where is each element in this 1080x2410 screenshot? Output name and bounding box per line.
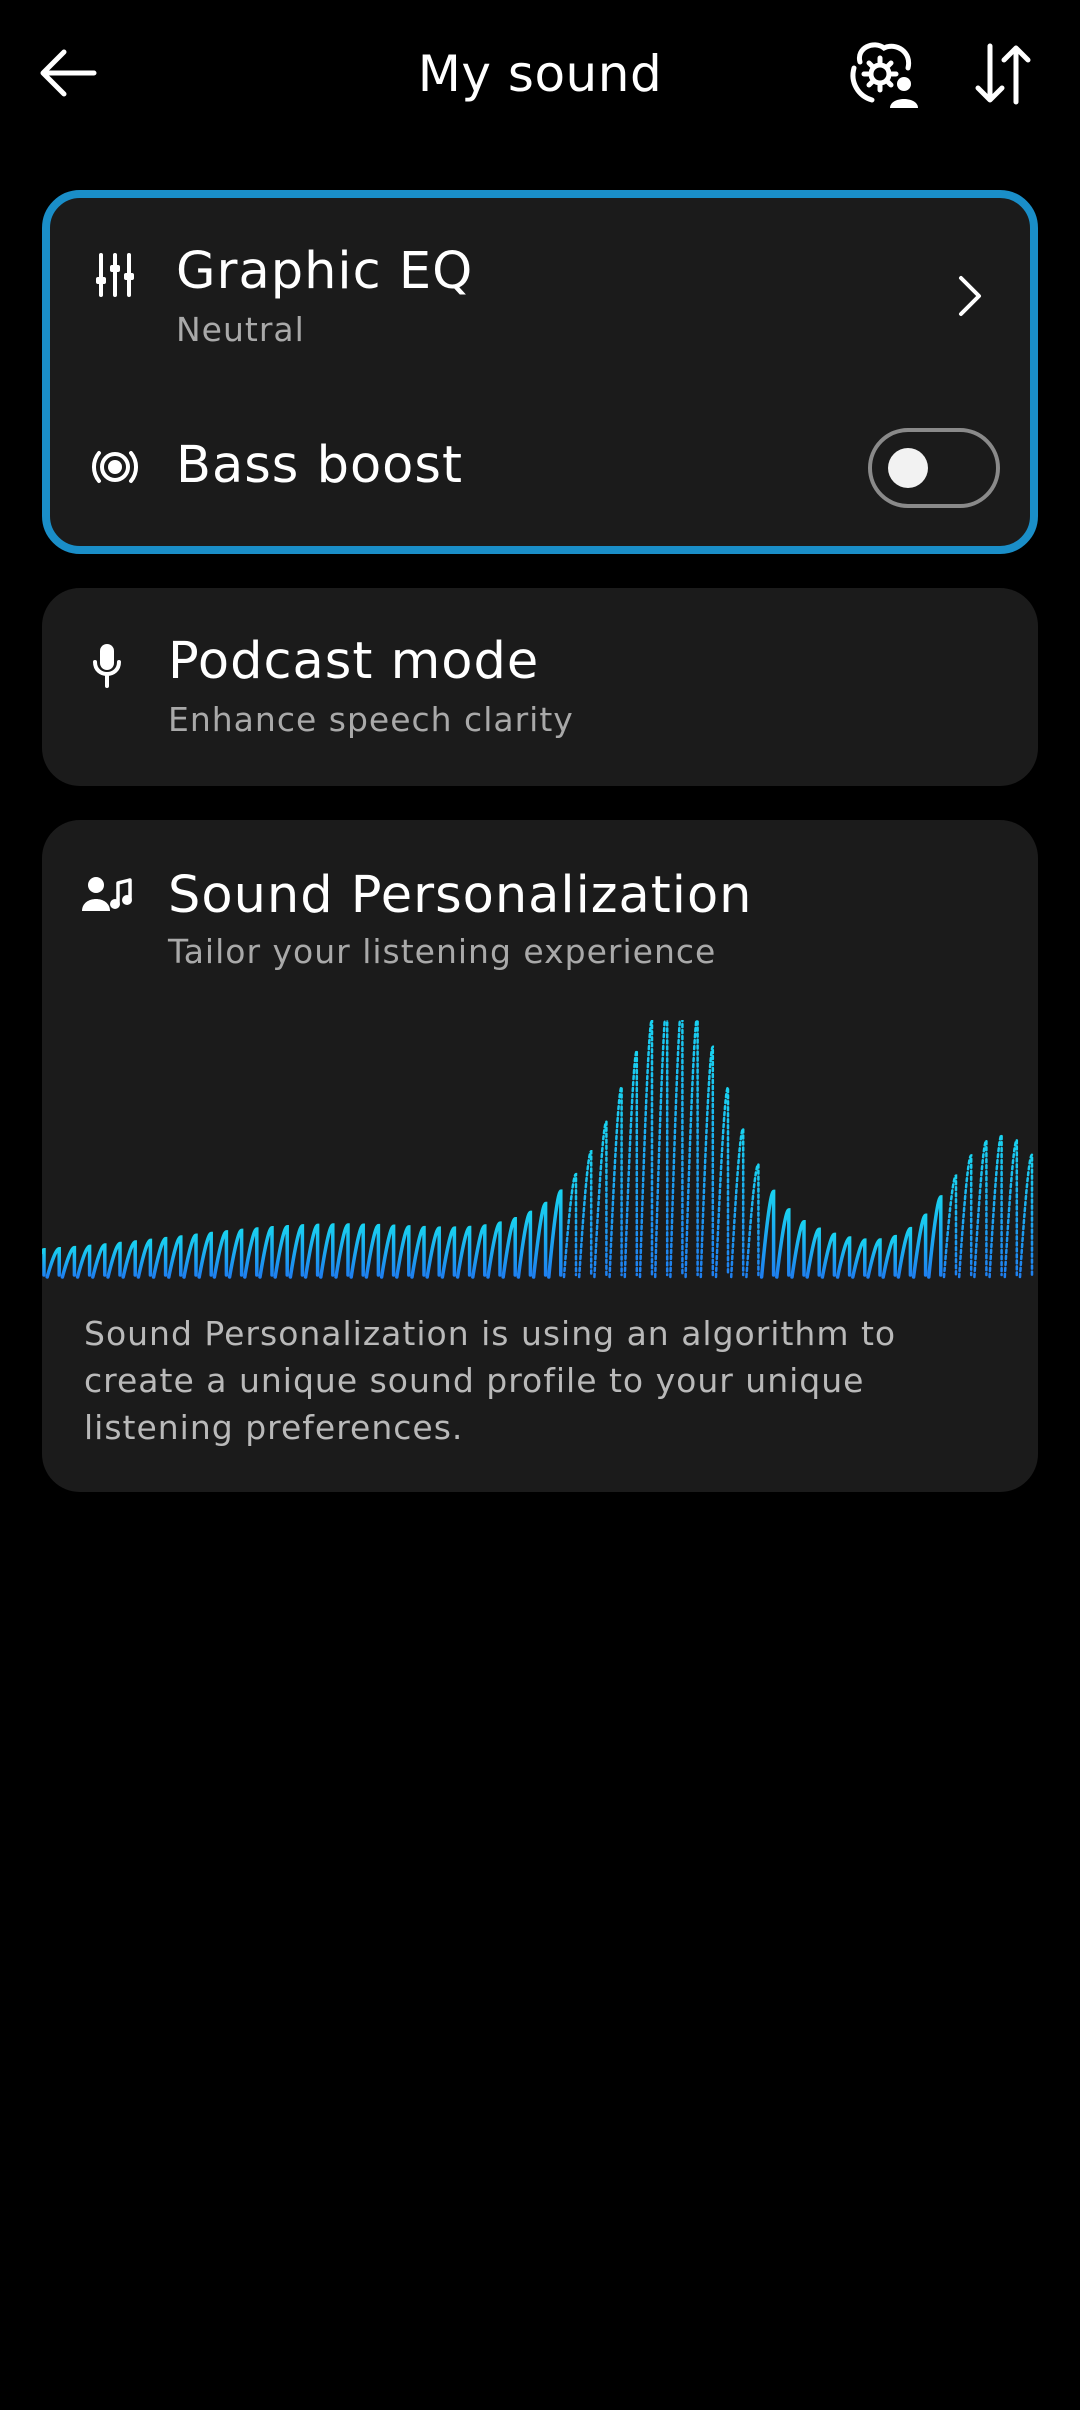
wave-strand	[45, 1246, 61, 1279]
podcast-mode-title: Podcast mode	[168, 632, 540, 691]
wave-strand	[699, 1045, 715, 1279]
wave-strand	[790, 1219, 806, 1279]
wave-strand	[714, 1086, 730, 1279]
wave-strand	[973, 1139, 988, 1279]
speaker-waves-icon	[90, 442, 140, 492]
bass-boost-row: Bass boost	[50, 420, 1030, 540]
wave-strand	[121, 1240, 137, 1279]
wave-strand	[303, 1223, 320, 1279]
wave-strand	[319, 1223, 335, 1279]
wave-strand	[410, 1225, 426, 1279]
sound-settings-card: Graphic EQ Neutral Bass boost	[42, 190, 1038, 554]
wave-strand	[547, 1189, 563, 1279]
wave-strand	[151, 1236, 168, 1279]
wave-strand	[501, 1216, 517, 1279]
wave-strand	[593, 1120, 608, 1279]
sound-personalization-subtitle: Tailor your listening experience	[168, 932, 717, 971]
wave-strand	[516, 1210, 533, 1279]
bass-boost-toggle[interactable]	[868, 428, 1000, 508]
wave-strand	[395, 1225, 411, 1279]
wave-strand	[486, 1221, 502, 1279]
wave-strand	[1003, 1138, 1019, 1279]
wave-strand	[243, 1227, 259, 1279]
sound-personalization-card[interactable]: Sound Personalization Tailor your listen…	[42, 820, 1038, 1492]
wave-strand	[288, 1224, 305, 1279]
wave-strand	[42, 1247, 46, 1277]
wave-strand	[927, 1195, 943, 1279]
sync-settings-button[interactable]	[844, 36, 924, 112]
wave-strand	[258, 1225, 274, 1279]
wave-strand	[653, 1020, 669, 1279]
wave-strand	[1018, 1153, 1034, 1279]
wave-strand	[136, 1238, 153, 1279]
wave-strand	[988, 1133, 1003, 1279]
microphone-icon	[82, 640, 132, 690]
wave-strand	[197, 1231, 213, 1279]
wave-strand	[623, 1049, 639, 1279]
wave-strand	[106, 1241, 122, 1279]
wave-strand	[851, 1238, 867, 1279]
wave-strand	[334, 1223, 350, 1279]
wave-strand	[745, 1163, 760, 1279]
wave-strand	[881, 1234, 897, 1279]
wave-strand	[562, 1172, 578, 1279]
wave-strand	[729, 1127, 745, 1279]
wave-strand	[227, 1228, 244, 1279]
wave-strand	[167, 1235, 183, 1279]
toggle-knob	[888, 448, 928, 488]
graphic-eq-title: Graphic EQ	[176, 242, 474, 301]
top-app-bar: My sound	[0, 0, 1080, 150]
wave-strand	[75, 1244, 92, 1279]
wave-strand	[349, 1223, 365, 1279]
wave-strand	[608, 1085, 623, 1279]
wave-strand	[471, 1224, 487, 1279]
wave-strand	[577, 1149, 593, 1279]
equalizer-sliders-icon	[90, 250, 140, 300]
wave-strand	[379, 1224, 396, 1279]
sound-wave-illustration	[42, 1020, 1034, 1279]
graphic-eq-row[interactable]: Graphic EQ Neutral	[50, 198, 1030, 368]
wave-strand	[531, 1201, 548, 1279]
wave-strand	[759, 1189, 776, 1279]
sound-personalization-title: Sound Personalization	[168, 866, 753, 925]
podcast-mode-subtitle: Enhance speech clarity	[168, 700, 574, 739]
wave-strand	[684, 1020, 699, 1279]
wave-strand	[820, 1232, 837, 1279]
wave-strand	[775, 1208, 791, 1279]
wave-strand	[957, 1154, 973, 1279]
wave-strand	[896, 1226, 913, 1279]
wave-strand	[911, 1213, 928, 1279]
wave-strand	[638, 1020, 654, 1279]
bass-boost-title: Bass boost	[176, 436, 463, 495]
graphic-eq-value: Neutral	[176, 310, 305, 349]
sort-button[interactable]	[962, 36, 1042, 112]
wave-strand	[866, 1238, 882, 1279]
wave-strand	[425, 1226, 441, 1279]
chevron-right-icon	[950, 266, 990, 326]
sound-personalization-description: Sound Personalization is using an algori…	[84, 1314, 897, 1447]
wave-strand	[942, 1174, 958, 1279]
wave-strand	[182, 1233, 198, 1279]
wave-strand	[455, 1225, 472, 1279]
wave-strand	[91, 1243, 107, 1279]
wave-strand	[440, 1226, 457, 1279]
wave-strand	[273, 1224, 289, 1279]
wave-strand	[212, 1230, 229, 1279]
wave-strand	[669, 1020, 684, 1279]
sort-arrows-icon	[975, 43, 1031, 105]
wave-strand	[364, 1223, 381, 1279]
wave-strand	[805, 1227, 821, 1279]
wave-strand	[835, 1236, 852, 1279]
podcast-mode-card[interactable]: Podcast mode Enhance speech clarity	[42, 588, 1038, 786]
wave-strand	[60, 1245, 77, 1279]
cloud-settings-user-icon	[850, 42, 918, 108]
user-music-icon	[82, 870, 132, 920]
